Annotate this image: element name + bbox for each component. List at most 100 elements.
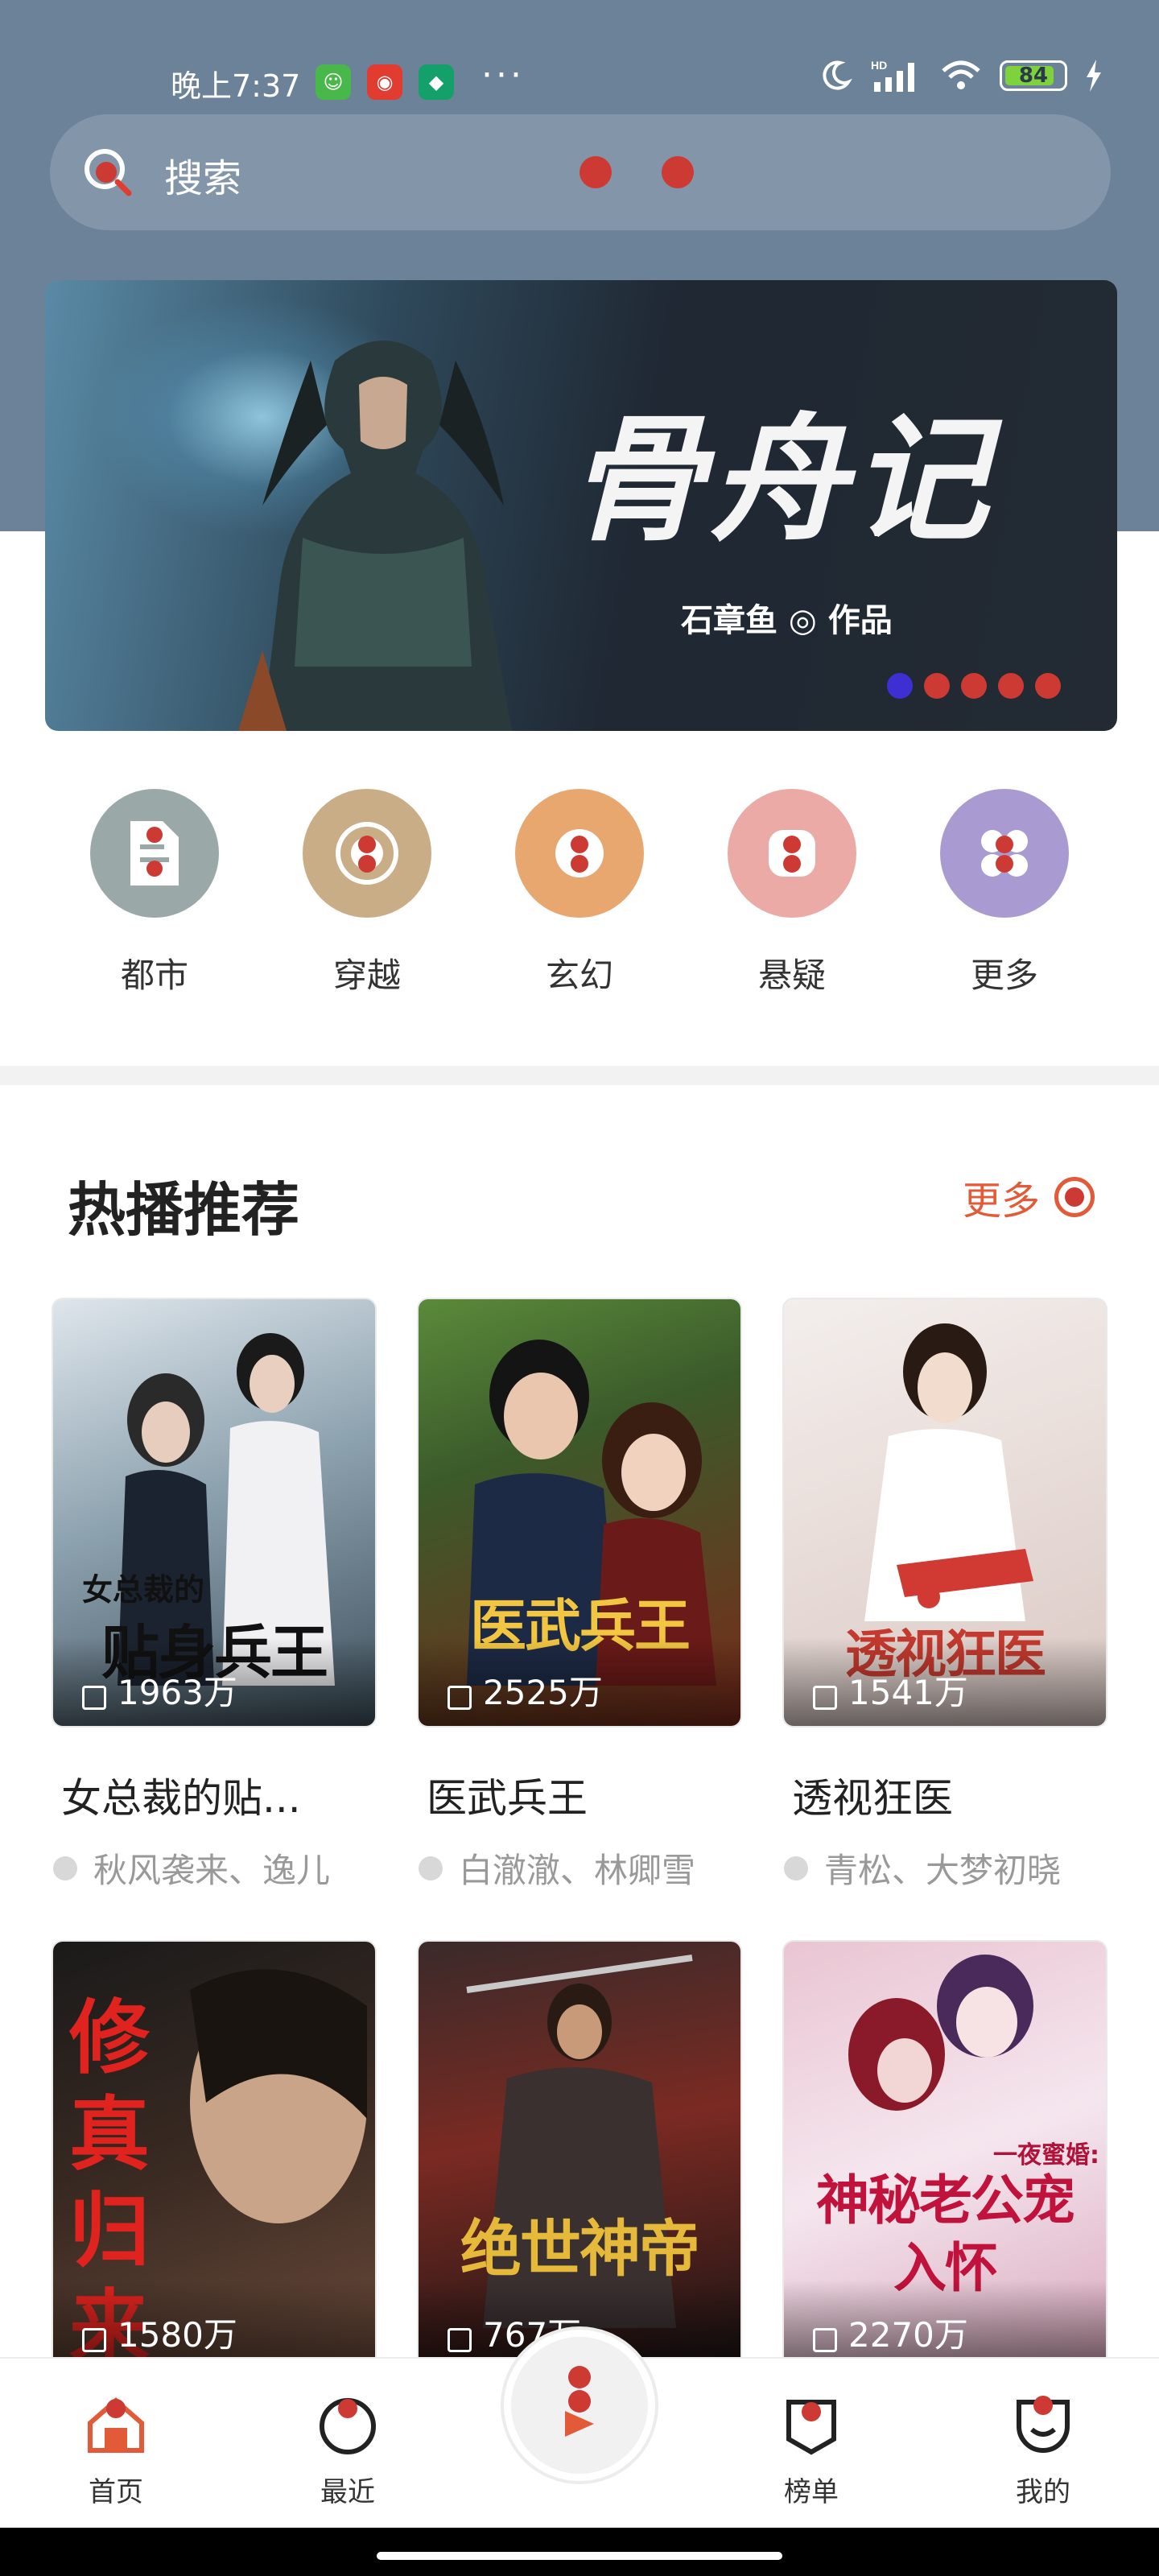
profile-icon: [1017, 2396, 1070, 2453]
banner-dot[interactable]: [1035, 673, 1061, 699]
play-count-value: 2525万: [483, 1673, 603, 1712]
book-cover-title: 绝世神帝: [460, 2213, 700, 2285]
book-author: 白澈澈、林卿雪: [419, 1843, 740, 1893]
play-count: 1580万: [53, 2280, 375, 2368]
section-divider: [0, 1066, 1159, 1085]
battery-level: 84: [1018, 64, 1049, 88]
book-title: 透视狂医: [792, 1775, 953, 1822]
book-cover[interactable]: 修真归来 1580万: [53, 1942, 375, 2368]
play-count: 1541万: [784, 1637, 1106, 1726]
nav-label: 首页: [89, 2476, 143, 2508]
book-cover[interactable]: 透视狂医 1541万: [784, 1299, 1106, 1726]
notification-app-icon: ☺: [316, 64, 351, 100]
banner-title: 骨舟记: [568, 399, 994, 560]
book-author-name: 青松、大梦初晓: [824, 1851, 1062, 1890]
book-cover[interactable]: 绝世神帝 767万: [419, 1942, 740, 2368]
play-icon: [565, 2366, 594, 2437]
category-item-mystery[interactable]: 悬疑: [720, 789, 864, 998]
banner-dot[interactable]: [961, 673, 987, 699]
headphones-icon: [448, 2328, 472, 2352]
shield-icon: ◆: [419, 64, 454, 100]
banner-subtitle: 石章鱼 ◎ 作品: [681, 602, 893, 639]
book-card[interactable]: 医武兵王 2525万 医武兵王 白澈澈、林卿雪: [419, 1299, 740, 1893]
ranking-icon: [786, 2400, 836, 2455]
nav-item-home[interactable]: 首页: [52, 2391, 180, 2509]
arrow-circle-icon: [1054, 1177, 1095, 1217]
more-grid-icon: [940, 789, 1069, 918]
narrator-icon: [53, 1856, 77, 1880]
notification-app-icon: ◉: [367, 64, 402, 100]
book-title: 女总裁的贴...: [61, 1775, 301, 1822]
now-playing-button[interactable]: [501, 2326, 658, 2484]
headphones-icon: [448, 1686, 472, 1710]
search-placeholder: 搜索: [164, 156, 242, 201]
fantasy-icon: [515, 789, 644, 918]
headphones-icon: [82, 1686, 106, 1710]
more-notifications-icon: ···: [481, 55, 525, 96]
network-type: HD: [871, 59, 887, 72]
banner-dot[interactable]: [998, 673, 1024, 699]
narrator-icon: [784, 1856, 808, 1880]
book-card[interactable]: 修真归来 1580万: [53, 1942, 375, 2368]
time-travel-icon: [303, 789, 431, 918]
book-card[interactable]: 绝世神帝 767万: [419, 1942, 740, 2368]
book-author-name: 秋风袭来、逸儿: [93, 1851, 331, 1890]
play-count-value: 1580万: [118, 2315, 237, 2355]
headphones-icon: [813, 1686, 837, 1710]
book-card[interactable]: 透视狂医 1541万 透视狂医 青松、大梦初晓: [784, 1299, 1106, 1893]
headphones-icon: [813, 2328, 837, 2352]
more-label: 更多: [962, 1179, 1040, 1224]
home-indicator[interactable]: [377, 2552, 782, 2560]
book-cover[interactable]: 贴身兵王 女总裁的 1963万: [53, 1299, 375, 1726]
nav-item-recent[interactable]: 最近: [283, 2391, 412, 2509]
category-item-fantasy[interactable]: 玄幻: [507, 789, 652, 998]
charging-icon: [1087, 60, 1101, 92]
play-count-value: 2270万: [848, 2315, 968, 2355]
category-row: 都市 穿越 玄幻 悬疑 更多: [0, 789, 1159, 998]
signal-icon: HD: [871, 59, 914, 92]
book-title: 医武兵王: [427, 1775, 588, 1822]
category-label: 穿越: [332, 956, 401, 995]
status-bar: 晚上7:37 ☺ ◉ ◆ ··· HD 84: [0, 48, 1159, 113]
search-bar[interactable]: 搜索: [50, 114, 1111, 230]
category-item-more[interactable]: 更多: [932, 789, 1077, 998]
search-icon: [85, 149, 132, 196]
promo-banner[interactable]: 骨舟记 石章鱼 ◎ 作品: [45, 280, 1117, 731]
play-count: 2525万: [419, 1637, 740, 1726]
battery-icon: 84: [1000, 60, 1067, 91]
book-cover[interactable]: 一夜蜜婚: 神秘老公宠入怀 2270万: [784, 1942, 1106, 2368]
moon-icon: [823, 60, 852, 90]
more-button[interactable]: 更多: [963, 1169, 1095, 1225]
play-count-value: 1541万: [848, 1673, 968, 1712]
nav-label: 我的: [1016, 2476, 1070, 2508]
book-card[interactable]: 贴身兵王 女总裁的 1963万 女总裁的贴... 秋风袭来、逸儿: [53, 1299, 375, 1893]
scan-icon[interactable]: [662, 156, 694, 188]
play-count-value: 1963万: [118, 1673, 237, 1712]
category-label: 玄幻: [545, 956, 613, 995]
nav-item-ranking[interactable]: 榜单: [747, 2391, 876, 2509]
banner-pagination: [887, 673, 1061, 699]
nav-label: 最近: [320, 2476, 375, 2508]
play-count: 1963万: [53, 1637, 375, 1726]
book-card[interactable]: 一夜蜜婚: 神秘老公宠入怀 2270万: [784, 1942, 1106, 2368]
mystery-icon: [728, 789, 856, 918]
category-label: 更多: [970, 956, 1038, 995]
banner-dot[interactable]: [924, 673, 950, 699]
nav-item-profile[interactable]: 我的: [979, 2391, 1107, 2509]
book-cover-subtitle: 女总裁的: [82, 1572, 205, 1608]
category-item-city[interactable]: 都市: [82, 789, 227, 998]
headphones-icon: [82, 2328, 106, 2352]
narrator-icon: [419, 1856, 443, 1880]
status-right: HD 84: [818, 58, 1103, 93]
voice-search-icon[interactable]: [580, 156, 612, 188]
book-author: 秋风袭来、逸儿: [53, 1843, 375, 1893]
banner-dot[interactable]: [887, 673, 913, 699]
recent-icon: [320, 2398, 376, 2454]
now-playing-disc: [511, 2337, 648, 2474]
book-cover[interactable]: 医武兵王 2525万: [419, 1299, 740, 1726]
wifi-icon: [942, 60, 980, 89]
nav-label: 榜单: [784, 2476, 839, 2508]
category-label: 悬疑: [757, 956, 826, 995]
book-cover-subtitle: 一夜蜜婚:: [993, 2141, 1099, 2169]
category-item-time-travel[interactable]: 穿越: [295, 789, 439, 998]
